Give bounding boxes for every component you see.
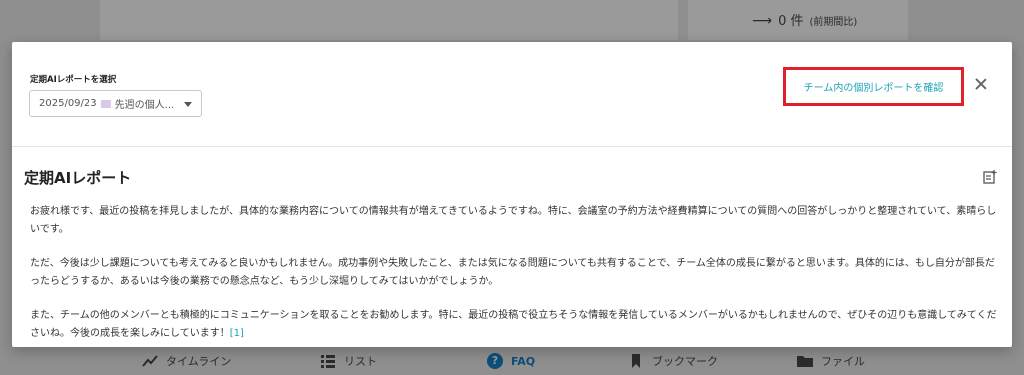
report-select-date: 2025/09/23 <box>39 98 97 109</box>
report-type-icon <box>100 99 111 108</box>
report-title: 定期AIレポート <box>24 169 132 187</box>
arrow-right-icon: ⟶ <box>752 13 773 29</box>
report-select-label: 定期AIレポートを選択 <box>30 75 117 85</box>
background-card <box>100 0 678 40</box>
stat-compare: (前期間比) <box>809 17 858 28</box>
reference-link[interactable]: [1] <box>230 328 244 339</box>
chevron-down-icon <box>184 102 192 107</box>
report-select-text: 先週の個人... <box>114 100 175 111</box>
ai-report-modal: 定期AIレポートを選択 2025/09/23 先週の個人... チーム内の個別レ… <box>12 42 1012 347</box>
report-paragraph-last: また、チームの他のメンバーとも積極的にコミュニケーションを取ることをお勧めします… <box>30 307 1000 342</box>
report-select[interactable]: 2025/09/23 先週の個人... <box>29 90 202 117</box>
stat-count: 0 件 <box>778 14 804 29</box>
modal-header: 定期AIレポートを選択 2025/09/23 先週の個人... チーム内の個別レ… <box>12 42 1012 147</box>
team-report-link-label: チーム内の個別レポートを確認 <box>803 83 944 94</box>
team-report-link[interactable]: チーム内の個別レポートを確認 <box>783 67 964 106</box>
report-paragraph: お疲れ様です、最近の投稿を拝見しましたが、具体的な業務内容についての情報共有が増… <box>30 206 997 235</box>
report-body: お疲れ様です、最近の投稿を拝見しましたが、具体的な業務内容についての情報共有が増… <box>30 203 1000 359</box>
close-icon[interactable] <box>972 75 990 93</box>
export-icon[interactable] <box>983 170 997 184</box>
report-paragraph-text: また、チームの他のメンバーとも積極的にコミュニケーションを取ることをお勧めします… <box>30 310 997 339</box>
background-stat: ⟶ 0 件 (前期間比) <box>752 10 857 29</box>
report-paragraph: ただ、今後は少し課題についても考えてみると良いかもしれません。成功事例や失敗した… <box>30 258 995 287</box>
